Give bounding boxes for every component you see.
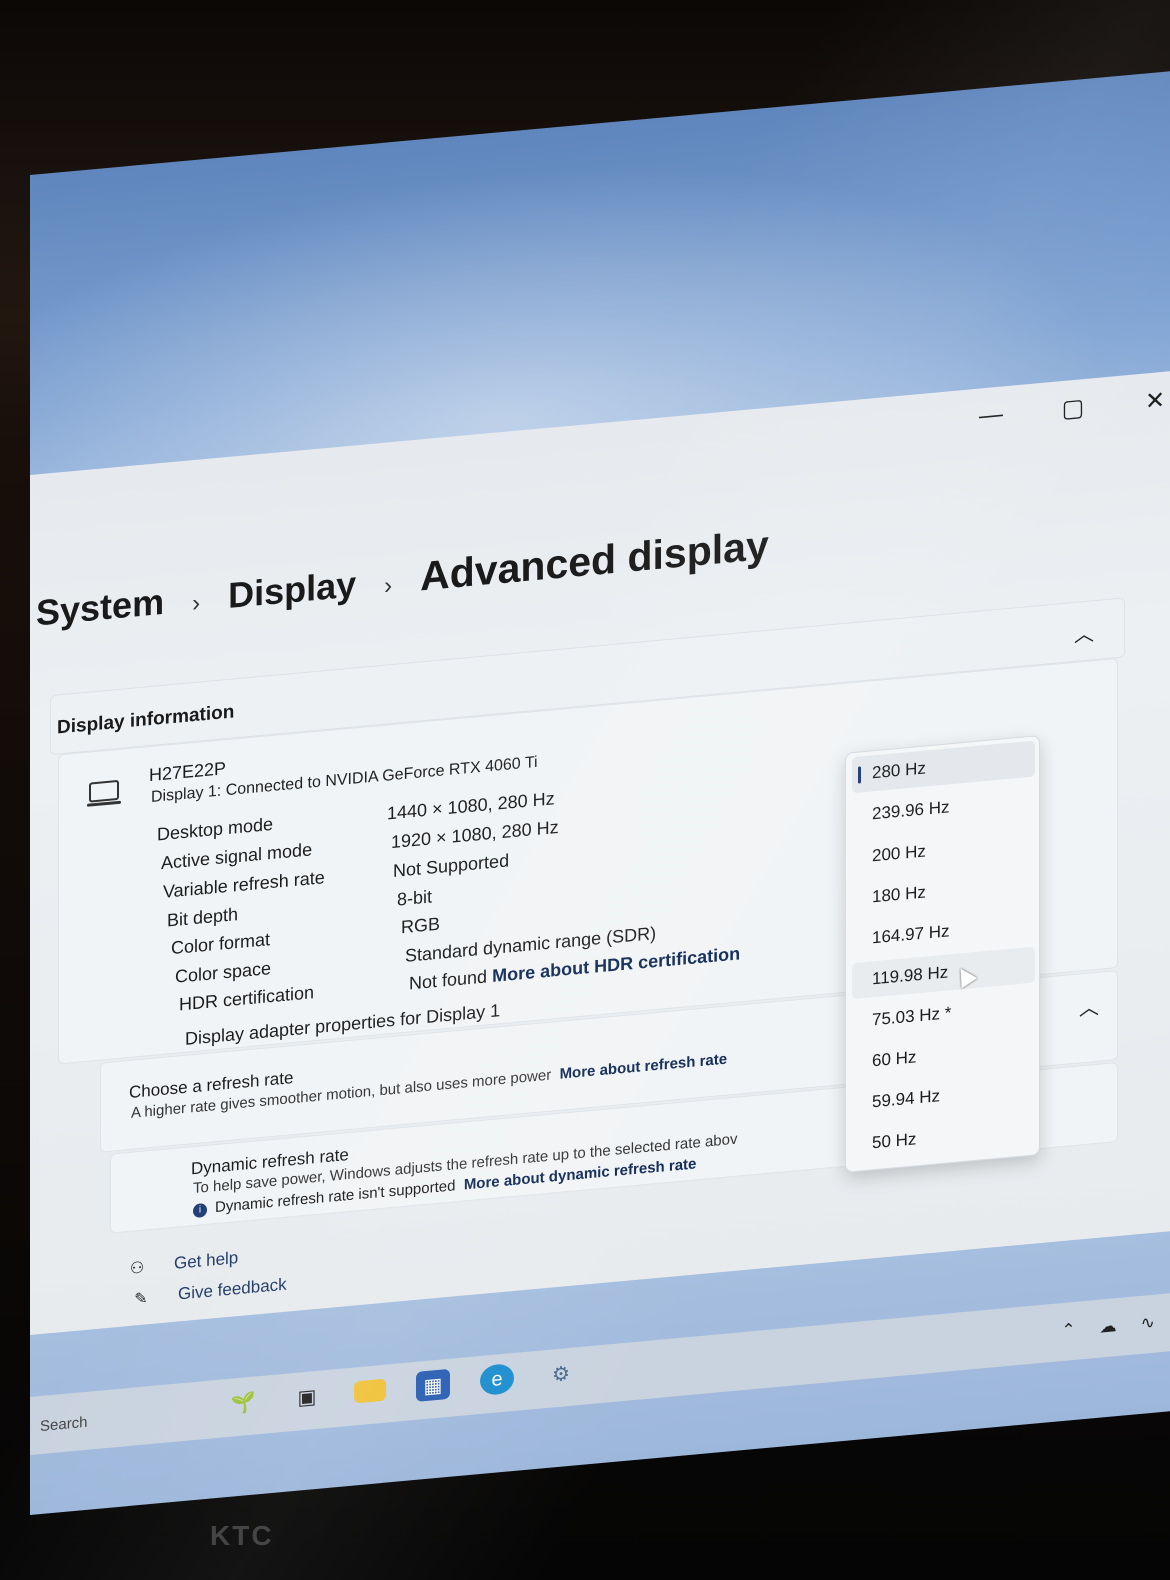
info-value: 1920 × 1080, 280 Hz — [391, 816, 559, 853]
chevron-up-icon[interactable]: ︿ — [1079, 991, 1099, 1022]
system-tray: ⌃ ☁ ∿ 🔊 — [1061, 1309, 1170, 1342]
maximize-button[interactable]: ▢ — [1058, 393, 1088, 425]
give-feedback-label: Give feedback — [178, 1274, 287, 1304]
breadcrumb-system[interactable]: System — [36, 581, 164, 635]
breadcrumb-separator: › — [192, 589, 201, 618]
info-value: RGB — [401, 913, 441, 938]
get-help-link[interactable]: ⚇ Get help — [126, 1248, 238, 1278]
monitor-brand-logo: KTC — [210, 1520, 274, 1551]
cloud-icon[interactable]: ☁ — [1100, 1316, 1117, 1338]
settings-icon[interactable]: ⚙ — [544, 1357, 578, 1390]
edge-icon[interactable]: e — [480, 1362, 514, 1397]
info-icon: i — [193, 1202, 207, 1219]
hdr-status: Not found — [409, 966, 488, 994]
wifi-icon[interactable]: ∿ — [1141, 1313, 1155, 1334]
close-button[interactable]: ✕ — [1140, 385, 1170, 417]
plant-icon[interactable]: 🌱 — [226, 1386, 260, 1419]
chevron-up-icon[interactable]: ︿ — [1074, 617, 1094, 648]
photo-background: — ▢ ✕ System › Display › Advanced displa… — [0, 0, 1170, 1580]
monitor-screen: — ▢ ✕ System › Display › Advanced displa… — [30, 67, 1170, 1516]
section-title: Display information — [57, 701, 235, 739]
breadcrumb-separator: › — [384, 572, 393, 600]
window-controls: — ▢ ✕ — [976, 385, 1170, 432]
breadcrumb: System › Display › Advanced display — [36, 522, 769, 636]
monitor-name: H27E22P — [149, 758, 227, 786]
file-explorer-icon[interactable] — [354, 1378, 386, 1404]
task-view-icon[interactable]: ▣ — [290, 1380, 324, 1413]
feedback-icon: ✎ — [134, 1290, 148, 1309]
search-box[interactable]: Search — [40, 1414, 88, 1435]
settings-window: — ▢ ✕ System › Display › Advanced displa… — [30, 367, 1170, 1335]
info-value: Not Supported — [393, 850, 510, 881]
refresh-rate-link[interactable]: More about refresh rate — [560, 1051, 728, 1083]
minimize-button[interactable]: — — [976, 400, 1006, 432]
page-title: Advanced display — [420, 521, 769, 600]
refresh-rate-dropdown: 280 Hz 239.96 Hz 200 Hz 180 Hz 164.97 Hz… — [845, 735, 1040, 1173]
monitor-icon — [89, 779, 119, 803]
help-icon: ⚇ — [129, 1259, 145, 1278]
store-icon[interactable]: ▦ — [416, 1368, 450, 1402]
info-value: 8-bit — [397, 886, 433, 910]
breadcrumb-display[interactable]: Display — [228, 563, 356, 617]
give-feedback-link[interactable]: ✎ Give feedback — [130, 1274, 287, 1309]
get-help-label: Get help — [174, 1248, 239, 1273]
taskbar-apps: 🌱 ▣ ▦ e ⚙ — [226, 1357, 578, 1419]
chevron-up-icon[interactable]: ⌃ — [1061, 1320, 1075, 1341]
